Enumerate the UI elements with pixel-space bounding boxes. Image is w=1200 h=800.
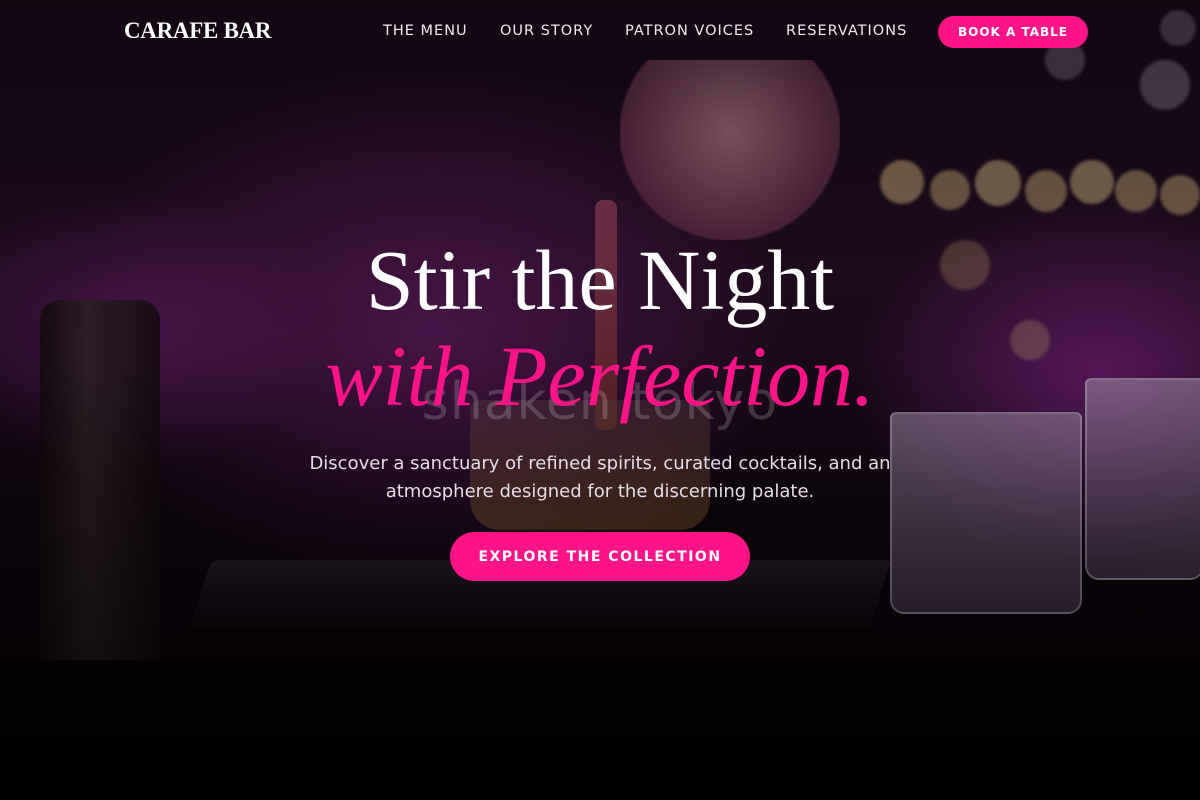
nav-link-reservations[interactable]: RESERVATIONS	[786, 23, 907, 39]
nav-link-patron-voices[interactable]: PATRON VOICES	[625, 23, 754, 39]
book-a-table-button[interactable]: BOOK A TABLE	[938, 16, 1088, 48]
hero-subtext: Discover a sanctuary of refined spirits,…	[309, 453, 891, 502]
explore-collection-button[interactable]: EXPLORE THE COLLECTION	[450, 532, 750, 581]
hero-headline-line2: with Perfection.	[325, 328, 875, 424]
hero-headline-line1: Stir the Night	[365, 232, 835, 328]
nav-link-our-story[interactable]: OUR STORY	[500, 23, 593, 39]
top-navigation: CARAFE BAR THE MENU OUR STORY PATRON VOI…	[0, 0, 1200, 64]
nav-link-the-menu[interactable]: THE MENU	[383, 23, 468, 39]
brand-logo[interactable]: CARAFE BAR	[124, 18, 271, 44]
